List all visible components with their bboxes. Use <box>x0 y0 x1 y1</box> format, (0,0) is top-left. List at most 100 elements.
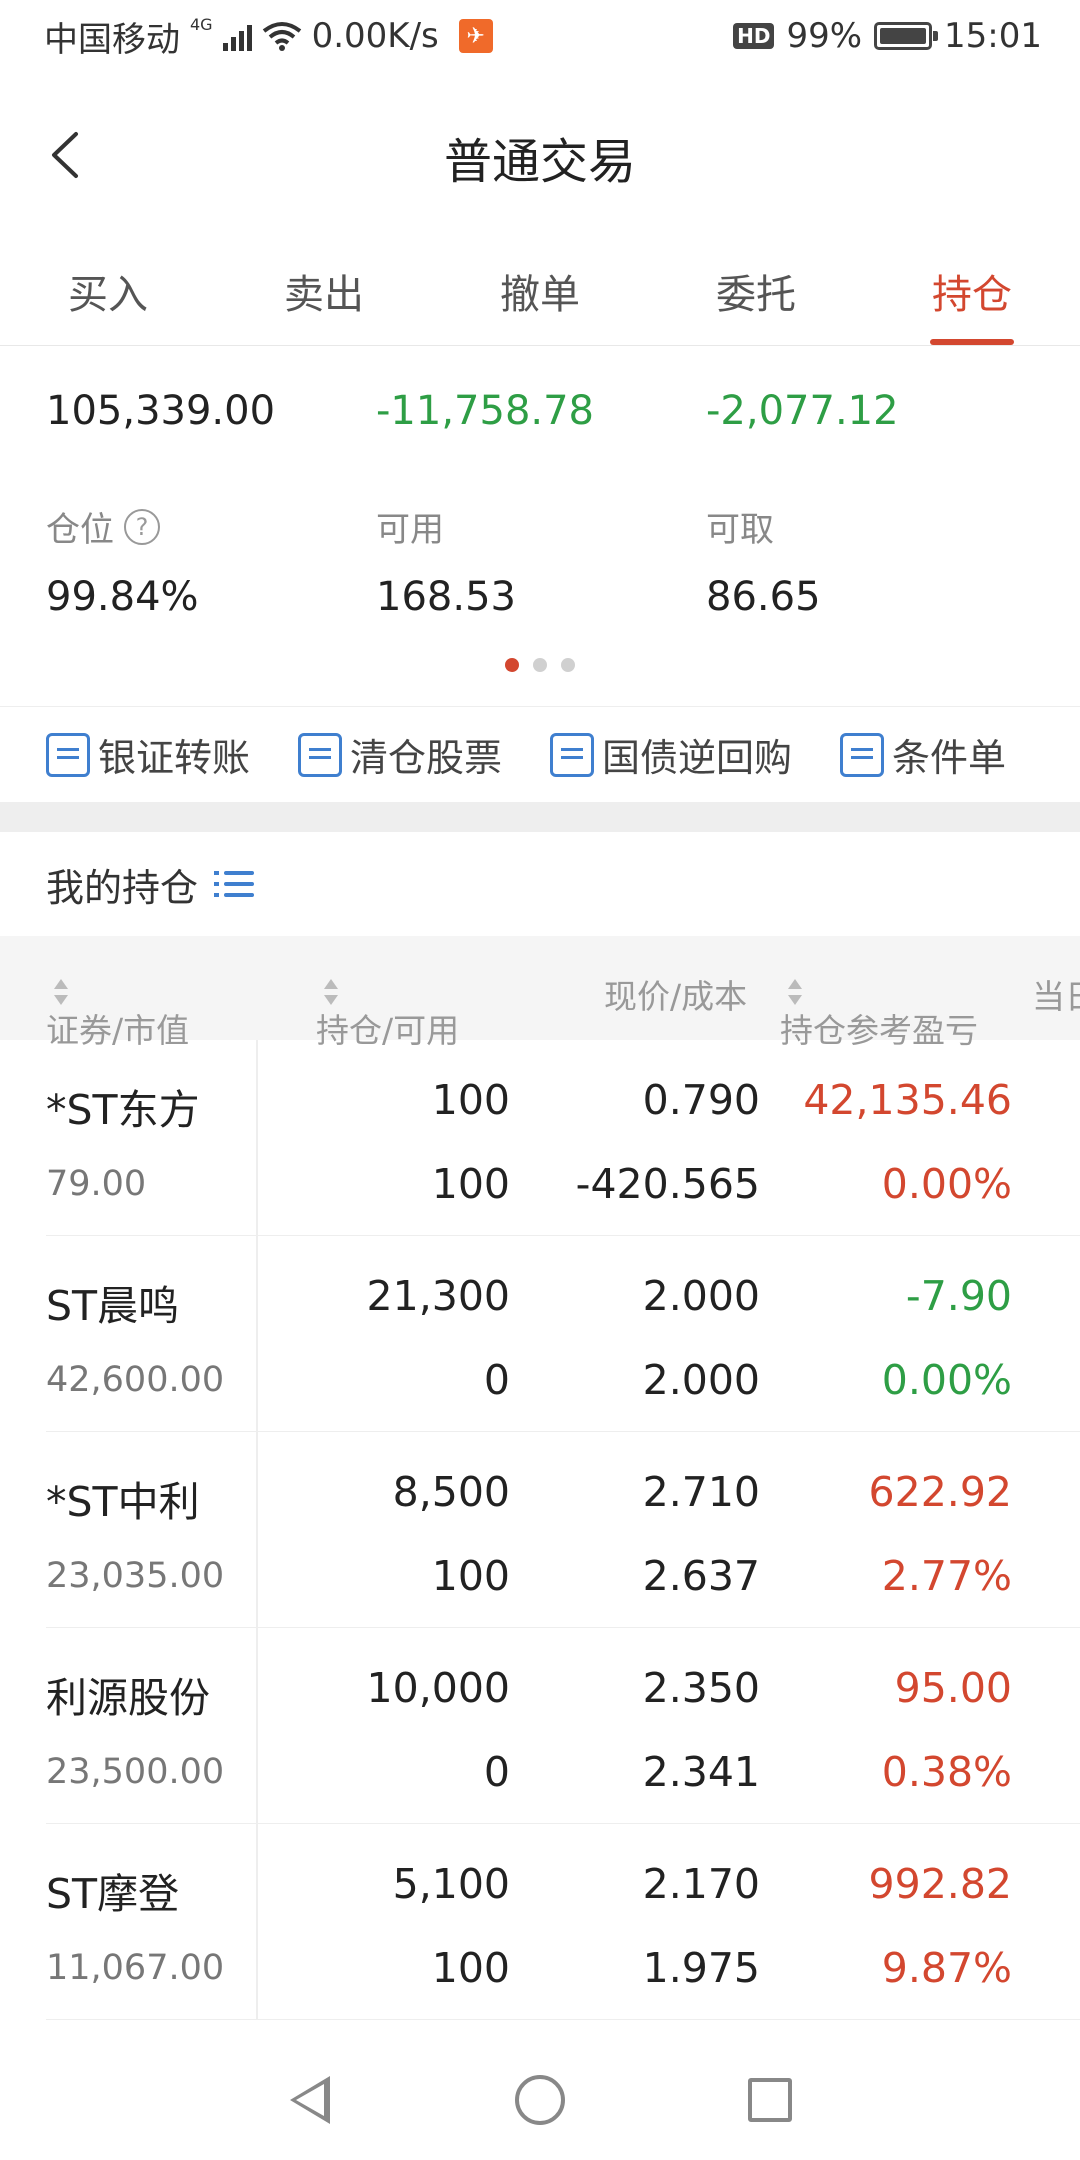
tab-orders[interactable]: 委托 <box>648 250 864 345</box>
wifi-icon <box>262 22 301 51</box>
daily-pnl: -2,077.12 <box>706 388 899 434</box>
network-speed: 0.00K/s <box>311 16 439 56</box>
app-notification-icon: ✈ <box>458 19 493 53</box>
carrier-name: 中国移动 <box>44 19 180 60</box>
quick-actions: 银证转账 清仓股票 国债逆回购 条件单 <box>0 706 1080 802</box>
position-pnl: -11,758.78 <box>376 388 595 434</box>
available-qty: 100 <box>431 1160 510 1208</box>
market-value: 23,035.00 <box>46 1556 225 1596</box>
stock-name: *ST东方 <box>46 1086 200 1134</box>
my-holdings-title: 我的持仓 <box>46 865 199 910</box>
sort-icon <box>54 978 68 1005</box>
position-ratio-value: 99.84% <box>46 574 199 620</box>
tab-buy[interactable]: 买入 <box>0 250 216 345</box>
section-divider <box>0 802 1080 832</box>
table-row[interactable]: 利源股份 23,500.00 10,000 0 2.350 2.341 95.0… <box>0 1628 1080 1824</box>
available-qty: 0 <box>483 1748 510 1796</box>
cost-price: 1.975 <box>642 1944 760 1992</box>
cost-price: 2.000 <box>642 1356 760 1404</box>
holdings-table: *ST东方 79.00 100 100 0.790 -420.565 42,13… <box>0 1040 1080 2020</box>
pnl-percent: 0.00% <box>881 1160 1012 1208</box>
table-row[interactable]: ST晨鸣 42,600.00 21,300 0 2.000 2.000 -7.9… <box>0 1236 1080 1432</box>
system-nav-bar <box>0 2040 1080 2160</box>
clock: 15:01 <box>944 16 1042 56</box>
position-ratio-label: 仓位? <box>46 502 160 551</box>
stock-name: *ST中利 <box>46 1478 200 1526</box>
current-price: 0.790 <box>642 1076 760 1124</box>
nav-recents-button[interactable] <box>655 2078 885 2122</box>
account-summary[interactable]: 105,339.00 -11,758.78 -2,077.12 仓位? 可用 可… <box>0 346 1080 706</box>
pnl-percent: 0.38% <box>881 1748 1012 1796</box>
available-value: 168.53 <box>376 574 516 620</box>
back-arrow-icon[interactable] <box>46 130 86 180</box>
tab-positions[interactable]: 持仓 <box>864 250 1080 345</box>
nav-home-button[interactable] <box>425 2075 655 2125</box>
chart-clear-icon <box>298 732 343 777</box>
signal-icon <box>222 21 252 51</box>
condition-order-icon <box>840 732 885 777</box>
table-row[interactable]: *ST中利 23,035.00 8,500 100 2.710 2.637 62… <box>0 1432 1080 1628</box>
total-market-value: 105,339.00 <box>46 388 276 434</box>
pnl-value: -7.90 <box>905 1272 1012 1320</box>
trade-tabs: 买入 卖出 撤单 委托 持仓 <box>0 250 1080 346</box>
triangle-back-icon <box>290 2076 330 2124</box>
position-qty: 10,000 <box>366 1664 510 1712</box>
repo-icon <box>550 732 595 777</box>
stock-name: 利源股份 <box>46 1674 210 1722</box>
available-qty: 100 <box>431 1944 510 1992</box>
pnl-value: 42,135.46 <box>803 1076 1012 1124</box>
header-price: 现价/成本 <box>604 977 748 1016</box>
cost-price: 2.637 <box>642 1552 760 1600</box>
header-security[interactable]: 证券/市值 <box>46 970 189 1050</box>
title-bar: 普通交易 <box>0 72 1080 242</box>
market-value: 42,600.00 <box>46 1360 225 1400</box>
help-icon[interactable]: ? <box>124 508 160 545</box>
pnl-percent: 2.77% <box>881 1552 1012 1600</box>
transfer-icon <box>46 732 90 777</box>
pnl-value: 992.82 <box>868 1860 1012 1908</box>
current-price: 2.710 <box>642 1468 760 1516</box>
pnl-percent: 0.00% <box>881 1356 1012 1404</box>
sort-icon <box>788 978 802 1005</box>
holdings-table-header: 证券/市值 持仓/可用 现价/成本 持仓参考盈亏 当日 <box>0 936 1080 1050</box>
position-qty: 100 <box>431 1076 510 1124</box>
square-recents-icon <box>748 2078 792 2122</box>
current-price: 2.000 <box>642 1272 760 1320</box>
available-label: 可用 <box>376 510 444 550</box>
pnl-value: 95.00 <box>894 1664 1012 1712</box>
status-bar: 中国移动 4G 0.00K/s ✈ HD 99% 15:01 <box>0 0 1080 72</box>
list-icon[interactable] <box>214 867 255 901</box>
withdrawable-label: 可取 <box>706 510 774 550</box>
nav-back-button[interactable] <box>195 2076 425 2124</box>
cost-price: 2.341 <box>642 1748 760 1796</box>
stock-name: ST摩登 <box>46 1870 180 1918</box>
battery-icon <box>874 22 939 50</box>
pnl-value: 622.92 <box>868 1468 1012 1516</box>
market-value: 79.00 <box>46 1164 147 1204</box>
position-qty: 5,100 <box>392 1860 510 1908</box>
withdrawable-value: 86.65 <box>706 574 821 620</box>
page-title: 普通交易 <box>443 134 636 190</box>
tab-cancel[interactable]: 撤单 <box>432 250 648 345</box>
battery-percent: 99% <box>786 16 863 56</box>
cost-price: -420.565 <box>575 1160 760 1208</box>
page-indicator <box>0 658 1080 672</box>
circle-home-icon <box>515 2075 565 2125</box>
tab-sell[interactable]: 卖出 <box>216 250 432 345</box>
current-price: 2.350 <box>642 1664 760 1712</box>
header-daily: 当日 <box>1032 977 1080 1016</box>
market-value: 11,067.00 <box>46 1948 225 1988</box>
bank-transfer-button[interactable]: 银证转账 <box>46 727 250 782</box>
header-position[interactable]: 持仓/可用 <box>316 970 459 1050</box>
header-pnl[interactable]: 持仓参考盈亏 <box>780 970 978 1050</box>
current-price: 2.170 <box>642 1860 760 1908</box>
available-qty: 0 <box>483 1356 510 1404</box>
market-value: 23,500.00 <box>46 1752 225 1792</box>
reverse-repo-button[interactable]: 国债逆回购 <box>550 727 792 782</box>
table-row[interactable]: *ST东方 79.00 100 100 0.790 -420.565 42,13… <box>0 1040 1080 1236</box>
pnl-percent: 9.87% <box>881 1944 1012 1992</box>
condition-order-button[interactable]: 条件单 <box>840 727 1006 782</box>
clear-stock-button[interactable]: 清仓股票 <box>298 727 502 782</box>
my-holdings-header[interactable]: 我的持仓 <box>0 832 1080 936</box>
table-row[interactable]: ST摩登 11,067.00 5,100 100 2.170 1.975 992… <box>0 1824 1080 2020</box>
